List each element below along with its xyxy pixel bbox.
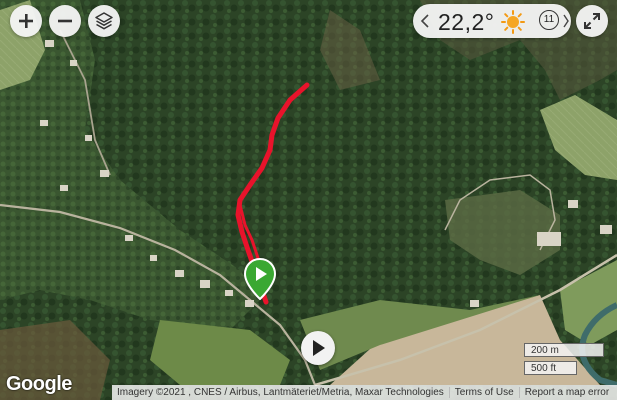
terms-of-use-link[interactable]: Terms of Use xyxy=(448,387,519,398)
uv-index-badge: 11 xyxy=(539,10,559,30)
zoom-in-button[interactable] xyxy=(10,5,42,37)
uv-index-value: 11 xyxy=(543,14,555,25)
chevron-right-icon[interactable] xyxy=(562,14,570,28)
weather-widget[interactable]: 22,2° 11 xyxy=(413,4,571,38)
plus-icon xyxy=(19,14,33,28)
temperature-value: 22,2° xyxy=(438,9,495,35)
scale-bar-imperial: 500 ft xyxy=(524,361,577,375)
chevron-left-icon[interactable] xyxy=(420,14,430,28)
zoom-out-button[interactable] xyxy=(49,5,81,37)
play-icon xyxy=(313,340,325,356)
attribution-bar: Imagery ©2021 , CNES / Airbus, Lantmäter… xyxy=(112,385,617,400)
sun-icon xyxy=(501,10,525,34)
layers-button[interactable] xyxy=(88,5,120,37)
expand-icon xyxy=(584,13,600,29)
start-marker[interactable] xyxy=(243,257,277,301)
google-logo[interactable]: Google xyxy=(6,373,72,396)
fullscreen-button[interactable] xyxy=(576,5,608,37)
layers-icon xyxy=(95,12,113,30)
scale-bar-metric: 200 m xyxy=(524,343,604,357)
play-button[interactable] xyxy=(301,331,335,365)
imagery-attribution: Imagery ©2021 , CNES / Airbus, Lantmäter… xyxy=(117,387,444,398)
minus-icon xyxy=(58,19,72,23)
report-map-error-link[interactable]: Report a map error xyxy=(518,387,614,398)
map-pin-icon xyxy=(243,257,277,301)
